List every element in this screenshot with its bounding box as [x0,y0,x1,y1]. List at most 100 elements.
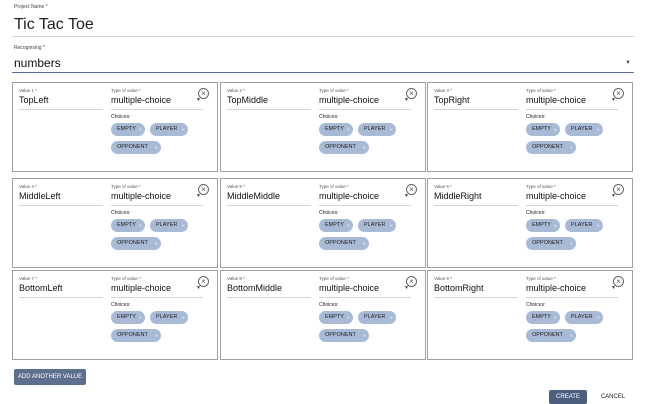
choice-chip[interactable]: PLAYER ✕ [358,123,396,136]
value-name-input[interactable]: TopLeft [19,95,49,105]
type-of-value-select[interactable]: multiple-choice [111,283,171,293]
choice-chip[interactable]: EMPTY ✕ [319,311,353,324]
choice-chip-label: PLAYER [364,314,386,320]
type-of-value-select[interactable]: multiple-choice [526,95,586,105]
chip-remove-icon[interactable]: ✕ [155,329,158,342]
chip-remove-icon[interactable]: ✕ [139,123,142,136]
remove-value-close-icon[interactable]: × [406,88,417,99]
chip-remove-icon[interactable]: ✕ [597,311,600,324]
chip-remove-icon[interactable]: ✕ [155,141,158,154]
value-name-underline [227,297,311,298]
chip-remove-icon[interactable]: ✕ [554,219,557,232]
chip-remove-icon[interactable]: ✕ [570,237,573,250]
choice-chip[interactable]: PLAYER ✕ [150,311,188,324]
choice-chip[interactable]: OPPONENT ✕ [319,237,369,250]
chip-remove-icon[interactable]: ✕ [597,219,600,232]
value-name-input[interactable]: BottomLeft [19,283,63,293]
chip-remove-icon[interactable]: ✕ [182,123,185,136]
choice-chip[interactable]: OPPONENT ✕ [111,237,161,250]
choice-chip[interactable]: EMPTY ✕ [111,219,145,232]
choice-chip[interactable]: PLAYER ✕ [358,311,396,324]
choice-chip[interactable]: EMPTY ✕ [111,123,145,136]
chip-remove-icon[interactable]: ✕ [597,123,600,136]
chip-remove-icon[interactable]: ✕ [390,311,393,324]
cancel-button[interactable]: CANCEL [595,390,631,404]
type-of-value-underline [111,109,203,110]
type-of-value-select[interactable]: multiple-choice [319,283,379,293]
remove-value-close-icon[interactable]: × [613,88,624,99]
remove-value-close-icon[interactable]: × [406,276,417,287]
chip-remove-icon[interactable]: ✕ [347,123,350,136]
type-of-value-label: Type of value * [526,276,556,281]
chip-remove-icon[interactable]: ✕ [363,329,366,342]
choice-chip[interactable]: PLAYER ✕ [150,219,188,232]
type-of-value-underline [319,297,411,298]
recognising-select[interactable]: numbers [14,56,61,70]
choice-chip[interactable]: PLAYER ✕ [358,219,396,232]
recognising-chevron-down-icon[interactable]: ▼ [625,60,631,66]
chip-remove-icon[interactable]: ✕ [554,311,557,324]
choices-label: Choices: [111,210,131,216]
value-name-input[interactable]: BottomMiddle [227,283,282,293]
choice-chip[interactable]: EMPTY ✕ [319,123,353,136]
type-of-value-select[interactable]: multiple-choice [526,191,586,201]
value-name-underline [227,205,311,206]
choice-chip-label: EMPTY [532,314,551,320]
chip-remove-icon[interactable]: ✕ [570,141,573,154]
chip-remove-icon[interactable]: ✕ [554,123,557,136]
value-name-input[interactable]: MiddleMiddle [227,191,280,201]
chip-remove-icon[interactable]: ✕ [363,141,366,154]
value-label: Value 2 * [227,88,245,93]
choice-chip[interactable]: PLAYER ✕ [565,311,603,324]
chip-remove-icon[interactable]: ✕ [139,311,142,324]
remove-value-close-icon[interactable]: × [198,184,209,195]
remove-value-close-icon[interactable]: × [198,88,209,99]
remove-value-close-icon[interactable]: × [198,276,209,287]
chip-remove-icon[interactable]: ✕ [347,311,350,324]
choice-chip[interactable]: EMPTY ✕ [111,311,145,324]
value-name-input[interactable]: TopRight [434,95,470,105]
choice-chip[interactable]: EMPTY ✕ [526,311,560,324]
choice-chip[interactable]: PLAYER ✕ [565,123,603,136]
chip-remove-icon[interactable]: ✕ [570,329,573,342]
choice-chip[interactable]: PLAYER ✕ [565,219,603,232]
value-name-input[interactable]: MiddleLeft [19,191,61,201]
choice-chip[interactable]: OPPONENT ✕ [319,329,369,342]
chip-remove-icon[interactable]: ✕ [363,237,366,250]
add-another-value-button[interactable]: ADD ANOTHER VALUE [14,369,86,385]
value-name-input[interactable]: BottomRight [434,283,484,293]
type-of-value-select[interactable]: multiple-choice [319,95,379,105]
recognising-label: Recognising * [14,45,45,51]
choice-chip[interactable]: OPPONENT ✕ [319,141,369,154]
project-name-input[interactable]: Tic Tac Toe [14,16,94,34]
remove-value-close-icon[interactable]: × [613,276,624,287]
chip-remove-icon[interactable]: ✕ [390,123,393,136]
type-of-value-underline [319,205,411,206]
choices-label: Choices: [111,114,131,120]
choice-chip[interactable]: EMPTY ✕ [319,219,353,232]
choice-chip[interactable]: OPPONENT ✕ [526,141,576,154]
type-of-value-select[interactable]: multiple-choice [526,283,586,293]
type-of-value-select[interactable]: multiple-choice [319,191,379,201]
remove-value-close-icon[interactable]: × [613,184,624,195]
type-of-value-select[interactable]: multiple-choice [111,191,171,201]
choice-chip[interactable]: PLAYER ✕ [150,123,188,136]
chip-remove-icon[interactable]: ✕ [155,237,158,250]
chip-remove-icon[interactable]: ✕ [139,219,142,232]
choice-chip[interactable]: OPPONENT ✕ [111,329,161,342]
choice-chip[interactable]: EMPTY ✕ [526,219,560,232]
chip-remove-icon[interactable]: ✕ [182,311,185,324]
remove-value-close-icon[interactable]: × [406,184,417,195]
type-of-value-select[interactable]: multiple-choice [111,95,171,105]
value-name-input[interactable]: MiddleRight [434,191,482,201]
value-name-underline [19,205,103,206]
choice-chip[interactable]: OPPONENT ✕ [526,237,576,250]
choice-chip[interactable]: EMPTY ✕ [526,123,560,136]
chip-remove-icon[interactable]: ✕ [390,219,393,232]
chip-remove-icon[interactable]: ✕ [347,219,350,232]
create-button[interactable]: CREATE [549,390,587,404]
choice-chip[interactable]: OPPONENT ✕ [526,329,576,342]
chip-remove-icon[interactable]: ✕ [182,219,185,232]
value-name-input[interactable]: TopMiddle [227,95,268,105]
choice-chip[interactable]: OPPONENT ✕ [111,141,161,154]
